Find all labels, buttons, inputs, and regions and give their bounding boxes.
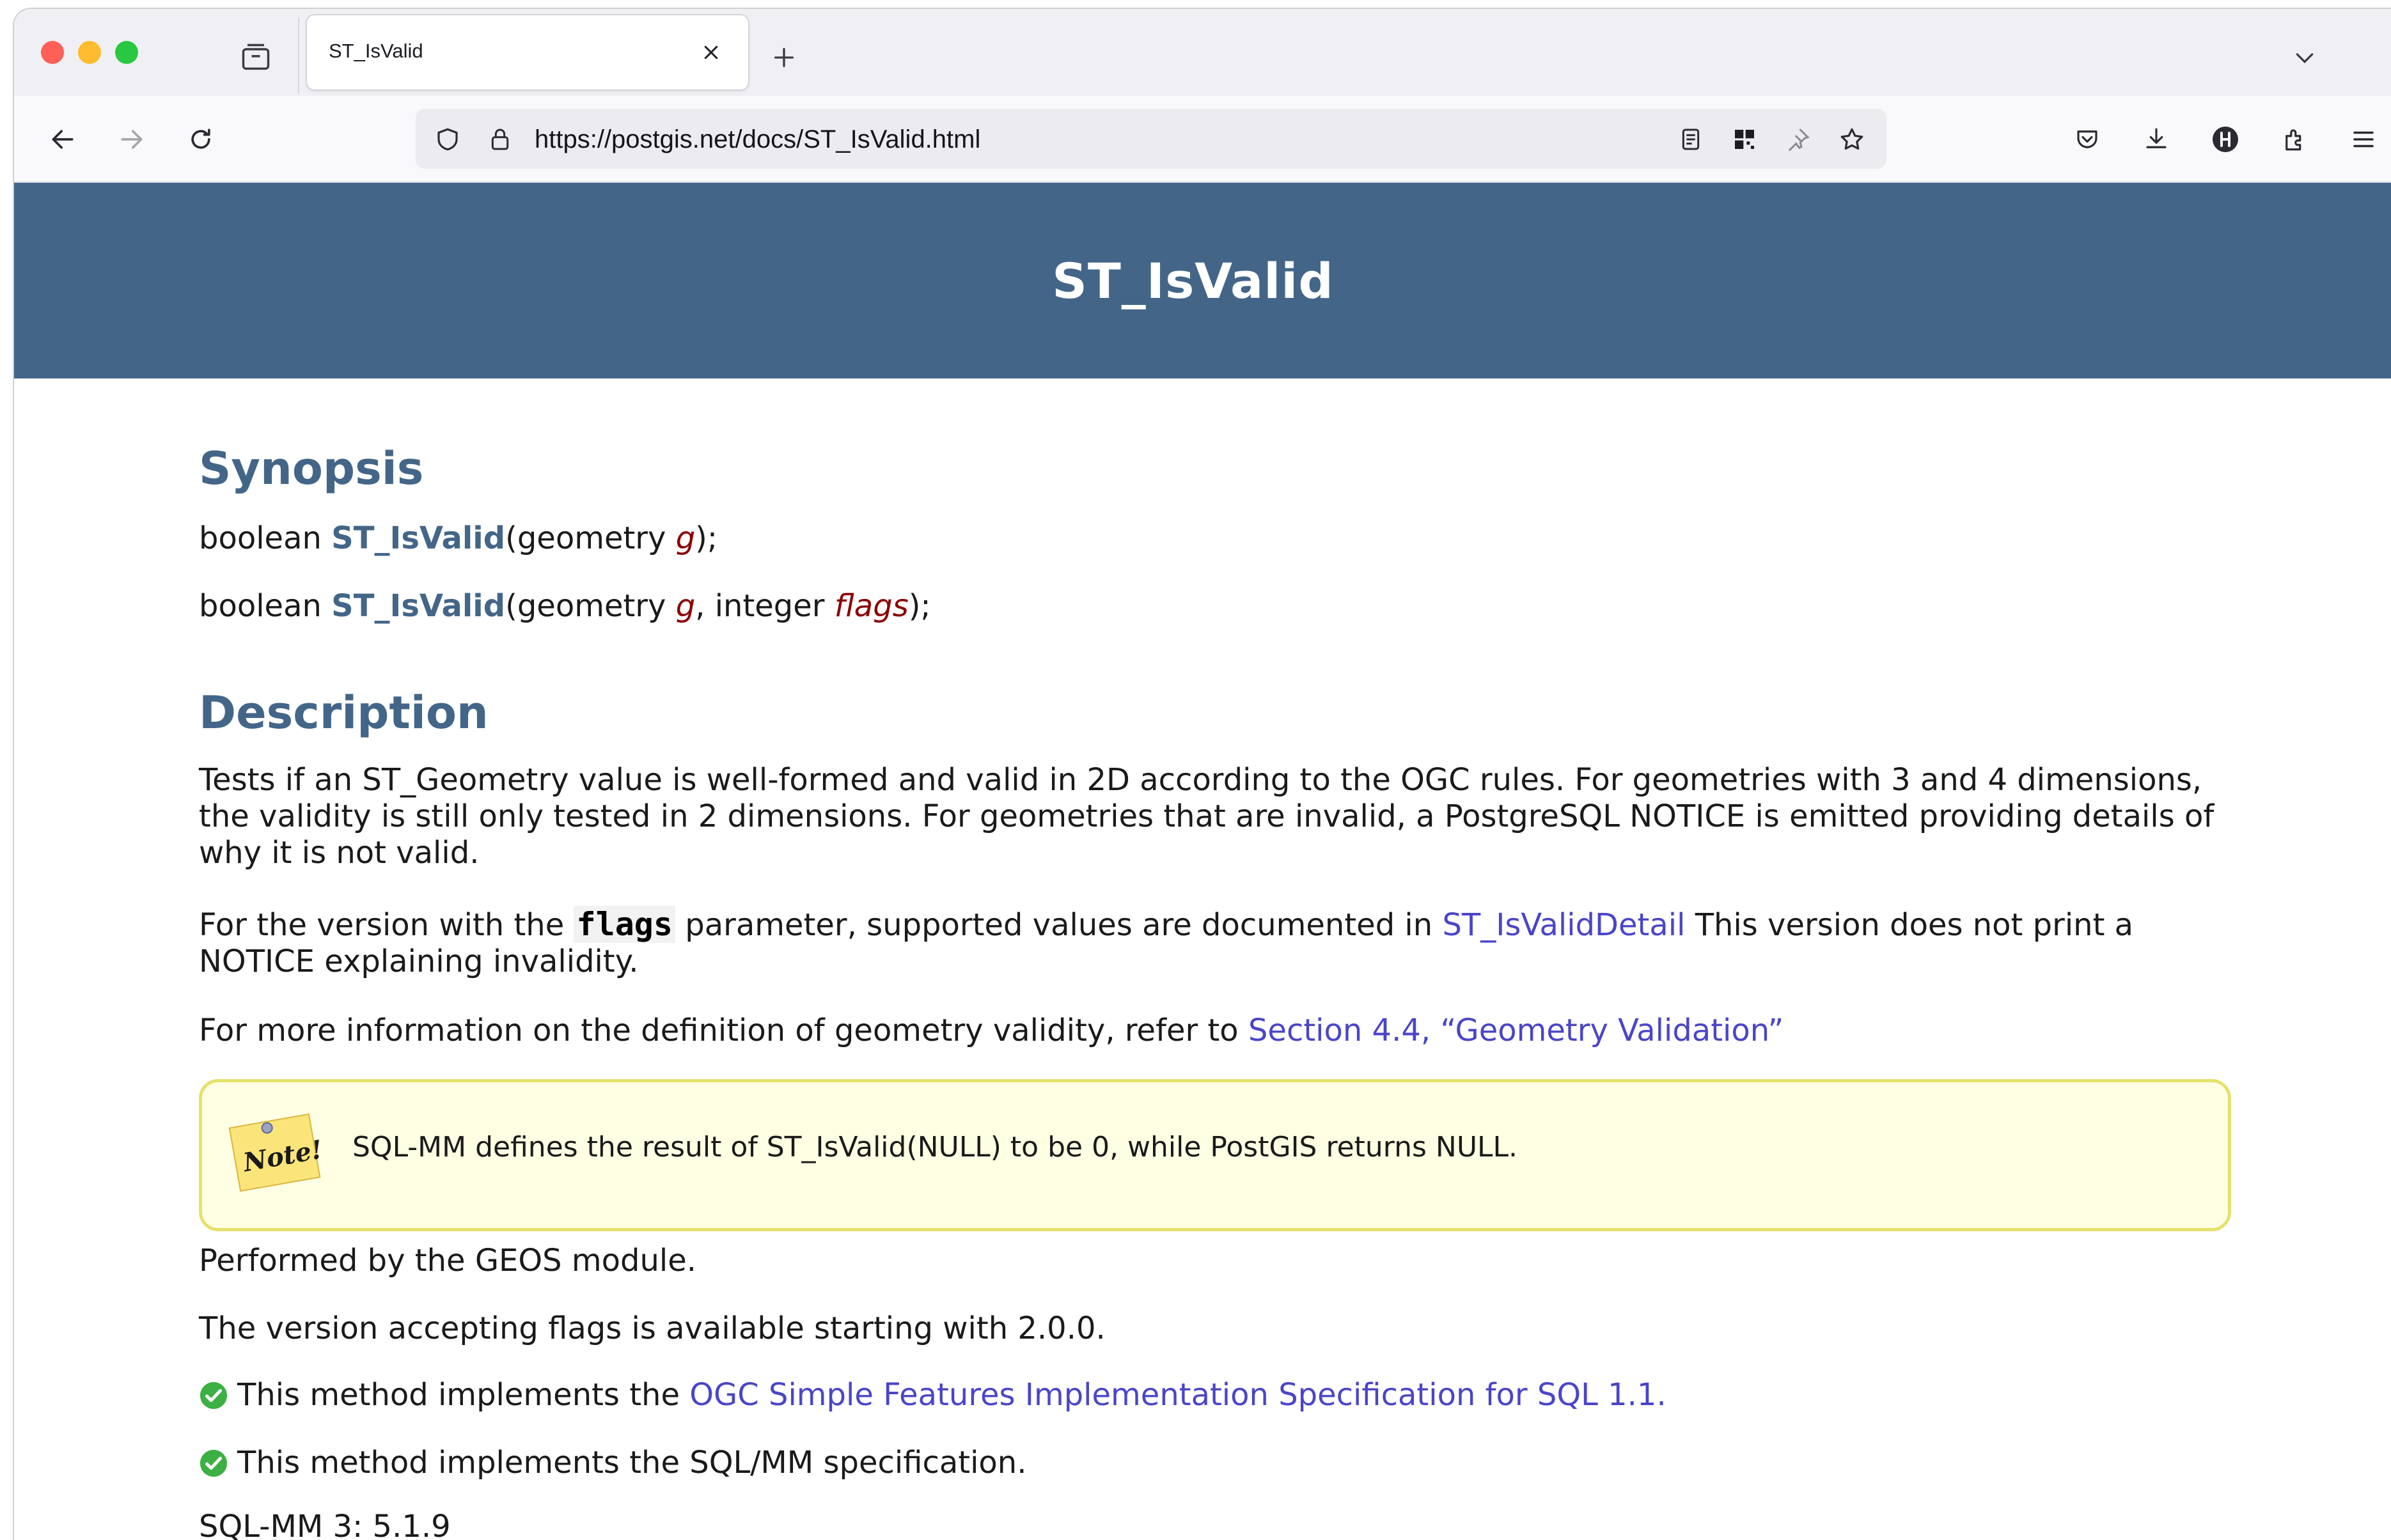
url-text[interactable]: https://postgis.net/docs/ST_IsValid.html — [535, 125, 980, 154]
param-type: , integer — [695, 588, 835, 624]
flags-paragraph: For the version with the flags parameter… — [199, 906, 2232, 980]
reload-icon[interactable] — [182, 120, 220, 159]
text: For the version with the — [199, 907, 574, 943]
check-icon — [200, 1381, 228, 1410]
star-icon[interactable] — [1834, 121, 1870, 157]
text: parameter, supported values are document… — [675, 907, 1443, 943]
account-icon[interactable] — [2206, 120, 2245, 159]
download-icon[interactable] — [2137, 120, 2175, 159]
flags-code: flags — [574, 906, 675, 943]
sqlmm-reference: SQL-MM 3: 5.1.9 — [199, 1509, 451, 1540]
signature-close: ); — [695, 520, 718, 556]
page-banner: ST_IsValid — [14, 183, 2391, 378]
note-icon: Note! — [226, 1109, 325, 1192]
function-name: ST_IsValid — [331, 588, 506, 624]
ogc-compliance-item: This method implements the OGC Simple Fe… — [199, 1377, 1666, 1413]
navigation-toolbar: https://postgis.net/docs/ST_IsValid.html — [14, 96, 2391, 183]
page-content: ST_IsValid Synopsis boolean ST_IsValid(g… — [14, 183, 2391, 1540]
geometry-validation-link[interactable]: Section 4.4, “Geometry Validation” — [1248, 1013, 1783, 1048]
close-window-button[interactable] — [41, 41, 64, 64]
param-type: (geometry — [505, 520, 676, 556]
plus-icon[interactable] — [764, 37, 804, 78]
description-paragraph: Tests if an ST_Geometry value is well-fo… — [199, 762, 2215, 871]
text: This method implements the — [237, 1377, 690, 1413]
tab-bar: ST_IsValid — [14, 9, 2391, 96]
tab-active[interactable]: ST_IsValid — [307, 15, 748, 89]
param-name: g — [675, 520, 696, 556]
param-name: g — [675, 588, 696, 624]
synopsis-signature-1: boolean ST_IsValid(geometry g); — [199, 520, 717, 556]
shield-icon[interactable] — [430, 121, 466, 157]
reader-view-icon[interactable] — [1673, 121, 1709, 157]
pocket-icon[interactable] — [2068, 120, 2106, 159]
zoom-window-button[interactable] — [115, 41, 138, 64]
chevron-down-icon[interactable] — [2284, 37, 2325, 78]
return-type: boolean — [199, 520, 332, 556]
param-name: flags — [834, 588, 909, 624]
note-box: Note! SQL-MM defines the result of ST_Is… — [199, 1079, 2231, 1231]
forward-arrow-icon[interactable] — [113, 120, 151, 159]
function-name: ST_IsValid — [331, 520, 506, 556]
tab-title: ST_IsValid — [329, 40, 423, 62]
synopsis-heading: Synopsis — [199, 442, 424, 495]
ogc-spec-link[interactable]: OGC Simple Features Implementation Speci… — [689, 1377, 1666, 1413]
sidebar-tabs-icon[interactable] — [238, 40, 274, 75]
description-heading: Description — [199, 687, 489, 739]
validity-paragraph: For more information on the definition o… — [199, 1013, 1783, 1048]
text: This method implements the SQL/MM specif… — [237, 1445, 1027, 1481]
return-type: boolean — [199, 588, 332, 624]
lock-icon[interactable] — [482, 121, 518, 157]
param-type: (geometry — [505, 588, 676, 624]
check-icon — [200, 1449, 228, 1477]
close-icon[interactable] — [694, 36, 728, 69]
st-isvaliddetail-link[interactable]: ST_IsValidDetail — [1442, 907, 1685, 943]
pin-icon[interactable] — [1780, 121, 1816, 157]
text: For more information on the definition o… — [199, 1013, 1248, 1048]
note-text: SQL-MM defines the result of ST_IsValid(… — [352, 1131, 1518, 1163]
qr-code-icon[interactable] — [1727, 121, 1762, 157]
flags-availability-paragraph: The version accepting flags is available… — [199, 1311, 1106, 1346]
extensions-icon[interactable] — [2275, 120, 2314, 159]
address-bar[interactable]: https://postgis.net/docs/ST_IsValid.html — [416, 109, 1886, 169]
signature-close: ); — [908, 588, 931, 624]
minimize-window-button[interactable] — [78, 41, 101, 64]
synopsis-signature-2: boolean ST_IsValid(geometry g, integer f… — [199, 588, 931, 624]
browser-window: ST_IsValid https://postgis.net/docs/ST_I… — [14, 9, 2391, 1540]
menu-icon[interactable] — [2344, 120, 2383, 159]
tab-separator — [298, 18, 299, 93]
page-title: ST_IsValid — [1052, 252, 1334, 309]
geos-paragraph: Performed by the GEOS module. — [199, 1243, 697, 1279]
sqlmm-compliance-item: This method implements the SQL/MM specif… — [199, 1445, 1026, 1481]
back-arrow-icon[interactable] — [43, 120, 82, 159]
